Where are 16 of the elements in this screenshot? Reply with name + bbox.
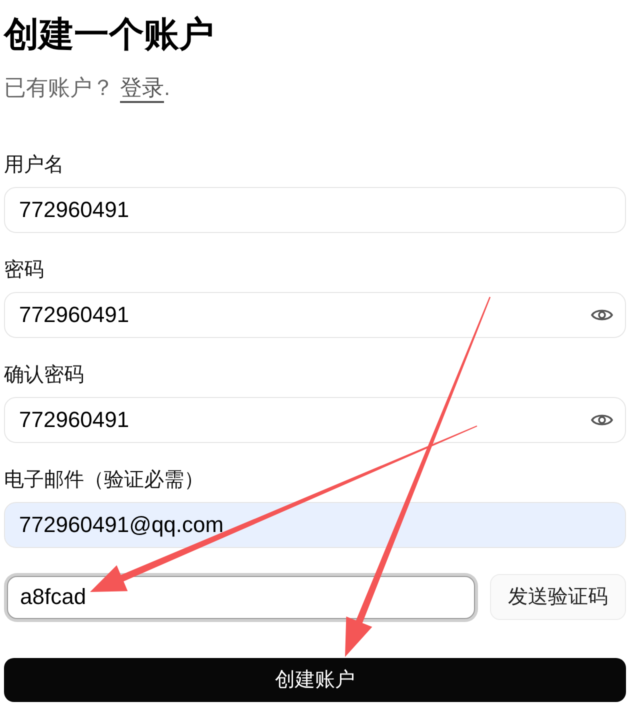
field-label: 确认密码 [4,363,85,388]
eye-icon[interactable] [591,413,613,427]
login-link[interactable]: 登录 [120,75,164,100]
login-prompt: 已有账户？ 登录. [4,74,172,102]
page-title: 创建一个账户 [4,14,215,56]
email-field[interactable]: 772960491@qq.com [4,502,626,548]
create-account-button[interactable]: 创建账户 [4,658,626,702]
verification-code-field[interactable]: a8fcad [7,576,475,618]
field-label: 密码 [4,258,45,283]
field-label: 用户名 [4,153,65,178]
field-label: 电子邮件（验证必需） [4,468,205,493]
password-field[interactable]: 772960491 [4,292,626,338]
send-code-button[interactable]: 发送验证码 [490,574,626,620]
username-field[interactable]: 772960491 [4,187,626,233]
password-field[interactable]: 772960491 [4,397,626,443]
eye-icon[interactable] [591,308,613,322]
